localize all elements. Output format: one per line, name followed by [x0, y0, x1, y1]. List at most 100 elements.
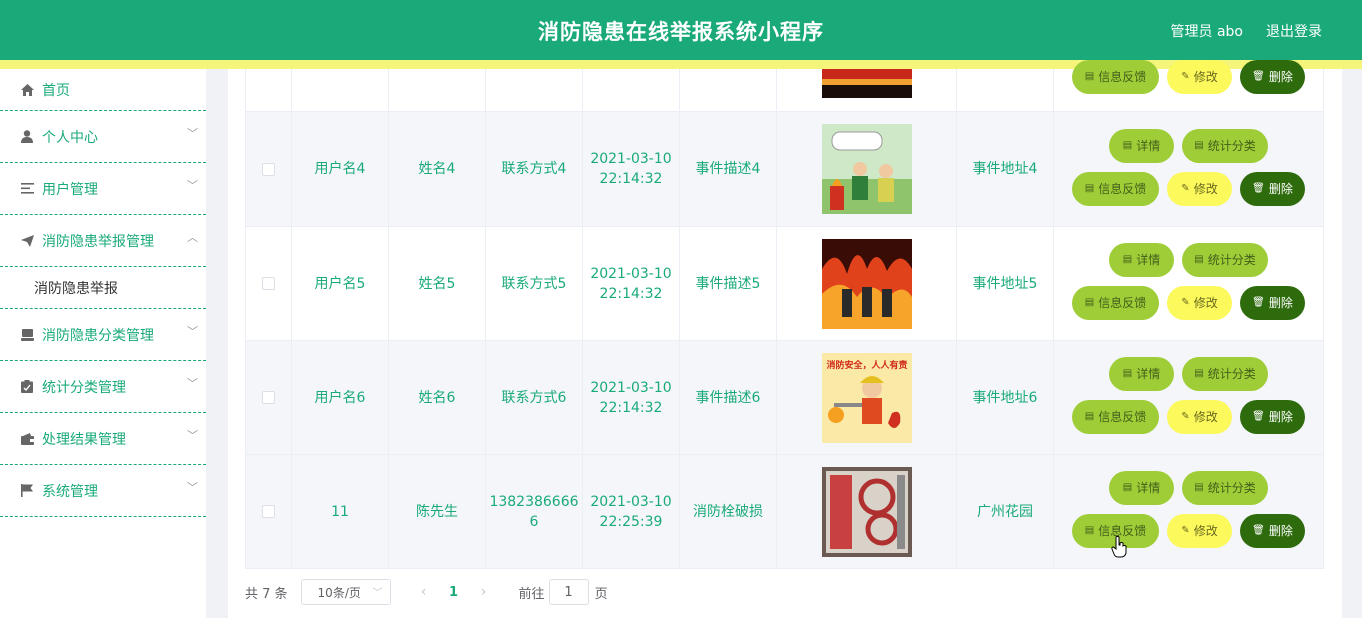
hand-cursor-icon — [1111, 536, 1127, 558]
delete-button[interactable]: 🗑 删除 — [1240, 172, 1305, 206]
sidebar-item-label: 消防隐患分类管理 — [42, 327, 154, 344]
logout-link[interactable]: 退出登录 — [1266, 21, 1322, 41]
sidebar-item-users[interactable]: 用户管理 ﹀ — [0, 163, 206, 215]
stats-category-button[interactable]: ▤ 统计分类 — [1182, 129, 1268, 163]
page-jump-input[interactable] — [548, 579, 589, 605]
sidebar-item-label: 系统管理 — [42, 483, 98, 500]
total-count: 共 7 条 — [245, 586, 288, 602]
sidebar-item-categories[interactable]: 消防隐患分类管理 ﹀ — [0, 309, 206, 361]
chevron-down-icon: ﹀ — [187, 325, 198, 338]
table-row: ▤ 信息反馈 ✎ 修改 🗑 删除 — [245, 60, 1324, 112]
detail-button[interactable]: ▤ 详情 — [1109, 129, 1174, 163]
tray-icon — [20, 328, 34, 342]
delete-button[interactable]: 🗑 删除 — [1240, 286, 1305, 320]
cell-contact: 1382386666 6 — [486, 455, 583, 568]
detail-button[interactable]: ▤ 详情 — [1109, 243, 1174, 277]
send-icon — [20, 234, 34, 248]
goto-label: 前往 — [518, 586, 545, 602]
pencil-icon: ✎ — [1181, 71, 1190, 82]
user-icon — [20, 130, 34, 144]
document-icon: ▤ — [1084, 297, 1095, 308]
chevron-down-icon: ﹀ — [187, 481, 198, 494]
report-image[interactable] — [821, 238, 912, 329]
cell-username: 用户名6 — [292, 341, 389, 454]
cell-name: 姓名5 — [389, 227, 486, 340]
cell-name: 姓名6 — [389, 341, 486, 454]
cell-contact: 联系方式4 — [486, 112, 583, 226]
header-stripe — [0, 60, 1362, 69]
report-image — [822, 69, 912, 98]
table-row: 11 陈先生 1382386666 6 2021-03-10 22:25:39 消防… — [245, 455, 1324, 569]
pencil-icon: ✎ — [1181, 411, 1190, 422]
feedback-button[interactable]: ▤ 信息反馈 — [1072, 60, 1159, 94]
page-number[interactable]: 1 — [439, 585, 469, 600]
report-image[interactable] — [821, 124, 912, 214]
feedback-button[interactable]: ▤ 信息反馈 — [1072, 400, 1159, 434]
list-icon — [20, 182, 34, 196]
document-icon: ▤ — [1084, 525, 1095, 536]
cell-datetime: 2021-03-10 22:14:32 — [583, 341, 680, 454]
edit-button[interactable]: ✎ 修改 — [1167, 400, 1232, 434]
document-icon: ▤ — [1122, 140, 1133, 151]
pencil-icon: ✎ — [1181, 525, 1190, 536]
chevron-down-icon: ﹀ — [187, 179, 198, 192]
edit-button[interactable]: ✎ 修改 — [1167, 60, 1232, 94]
admin-label: 管理员 abo — [1170, 24, 1243, 40]
sidebar-subitem-report[interactable]: 消防隐患举报 — [0, 267, 206, 309]
edit-button[interactable]: ✎ 修改 — [1167, 514, 1232, 548]
document-icon: ▤ — [1122, 368, 1133, 379]
detail-button[interactable]: ▤ 详情 — [1109, 357, 1174, 391]
chevron-down-icon: ﹀ — [187, 429, 198, 442]
table-row: 用户名4 姓名4 联系方式4 2021-03-10 22:14:32 事件描述4 … — [245, 112, 1324, 227]
report-image[interactable]: 消防安全，人人有责 — [821, 352, 912, 443]
chevron-down-icon: ﹀ — [372, 588, 383, 599]
detail-button[interactable]: ▤ 详情 — [1109, 471, 1174, 505]
document-icon: ▤ — [1122, 482, 1133, 493]
delete-button[interactable]: 🗑 删除 — [1240, 60, 1305, 94]
document-icon: ▤ — [1122, 254, 1133, 265]
delete-button[interactable]: 🗑 删除 — [1240, 514, 1305, 548]
page-unit-label: 页 — [594, 586, 608, 602]
stats-category-button[interactable]: ▤ 统计分类 — [1182, 243, 1268, 277]
sidebar-item-system[interactable]: 系统管理 ﹀ — [0, 465, 206, 517]
cell-contact: 联系方式5 — [486, 227, 583, 340]
trash-icon: 🗑 — [1252, 525, 1265, 536]
chevron-up-icon: ︿ — [187, 231, 198, 244]
edit-button[interactable]: ✎ 修改 — [1167, 286, 1232, 320]
sidebar-item-reports[interactable]: 消防隐患举报管理 ︿ — [0, 215, 206, 267]
sidebar-item-label: 消防隐患举报管理 — [42, 233, 154, 250]
page-size-select[interactable]: 10条/页 ﹀ — [300, 579, 391, 605]
feedback-button[interactable]: ▤ 信息反馈 — [1072, 172, 1159, 206]
sidebar-item-statistics[interactable]: 统计分类管理 ﹀ — [0, 361, 206, 413]
table-row: 用户名5 姓名5 联系方式5 2021-03-10 22:14:32 事件描述5 … — [245, 227, 1324, 341]
report-image[interactable] — [821, 466, 912, 557]
cell-username: 11 — [292, 455, 389, 568]
top-header: 消防隐患在线举报系统小程序 管理员 abo 退出登录 — [0, 0, 1362, 60]
table-row: 用户名6 姓名6 联系方式6 2021-03-10 22:14:32 事件描述6 … — [245, 341, 1324, 455]
next-page-button[interactable]: › — [469, 584, 499, 600]
delete-button[interactable]: 🗑 删除 — [1240, 400, 1305, 434]
wallet-icon — [20, 432, 34, 446]
document-icon: ▤ — [1084, 183, 1095, 194]
edit-button[interactable]: ✎ 修改 — [1167, 172, 1232, 206]
row-checkbox[interactable] — [262, 391, 275, 404]
row-checkbox[interactable] — [262, 505, 275, 518]
chevron-down-icon: ﹀ — [187, 127, 198, 140]
sidebar-item-results[interactable]: 处理结果管理 ﹀ — [0, 413, 206, 465]
stats-category-button[interactable]: ▤ 统计分类 — [1182, 471, 1268, 505]
row-checkbox[interactable] — [262, 162, 275, 176]
cell-datetime: 2021-03-10 22:25:39 — [583, 455, 680, 568]
cell-description: 事件描述5 — [680, 227, 777, 340]
row-checkbox[interactable] — [262, 277, 275, 290]
prev-page-button[interactable]: ‹ — [409, 584, 439, 600]
sidebar: 首页 个人中心 ﹀ 用户管理 ﹀ 消防隐患举报管理 ︿ 消防隐患举报 消防隐患分… — [0, 69, 206, 618]
feedback-button[interactable]: ▤ 信息反馈 — [1072, 286, 1159, 320]
cell-name: 姓名4 — [389, 112, 486, 226]
sidebar-item-label: 用户管理 — [42, 181, 98, 198]
cell-address: 事件地址6 — [957, 341, 1054, 454]
sidebar-item-label: 统计分类管理 — [42, 379, 126, 396]
stats-category-button[interactable]: ▤ 统计分类 — [1182, 357, 1268, 391]
sidebar-item-label: 个人中心 — [42, 129, 98, 146]
sidebar-item-home[interactable]: 首页 — [0, 69, 206, 111]
sidebar-item-profile[interactable]: 个人中心 ﹀ — [0, 111, 206, 163]
